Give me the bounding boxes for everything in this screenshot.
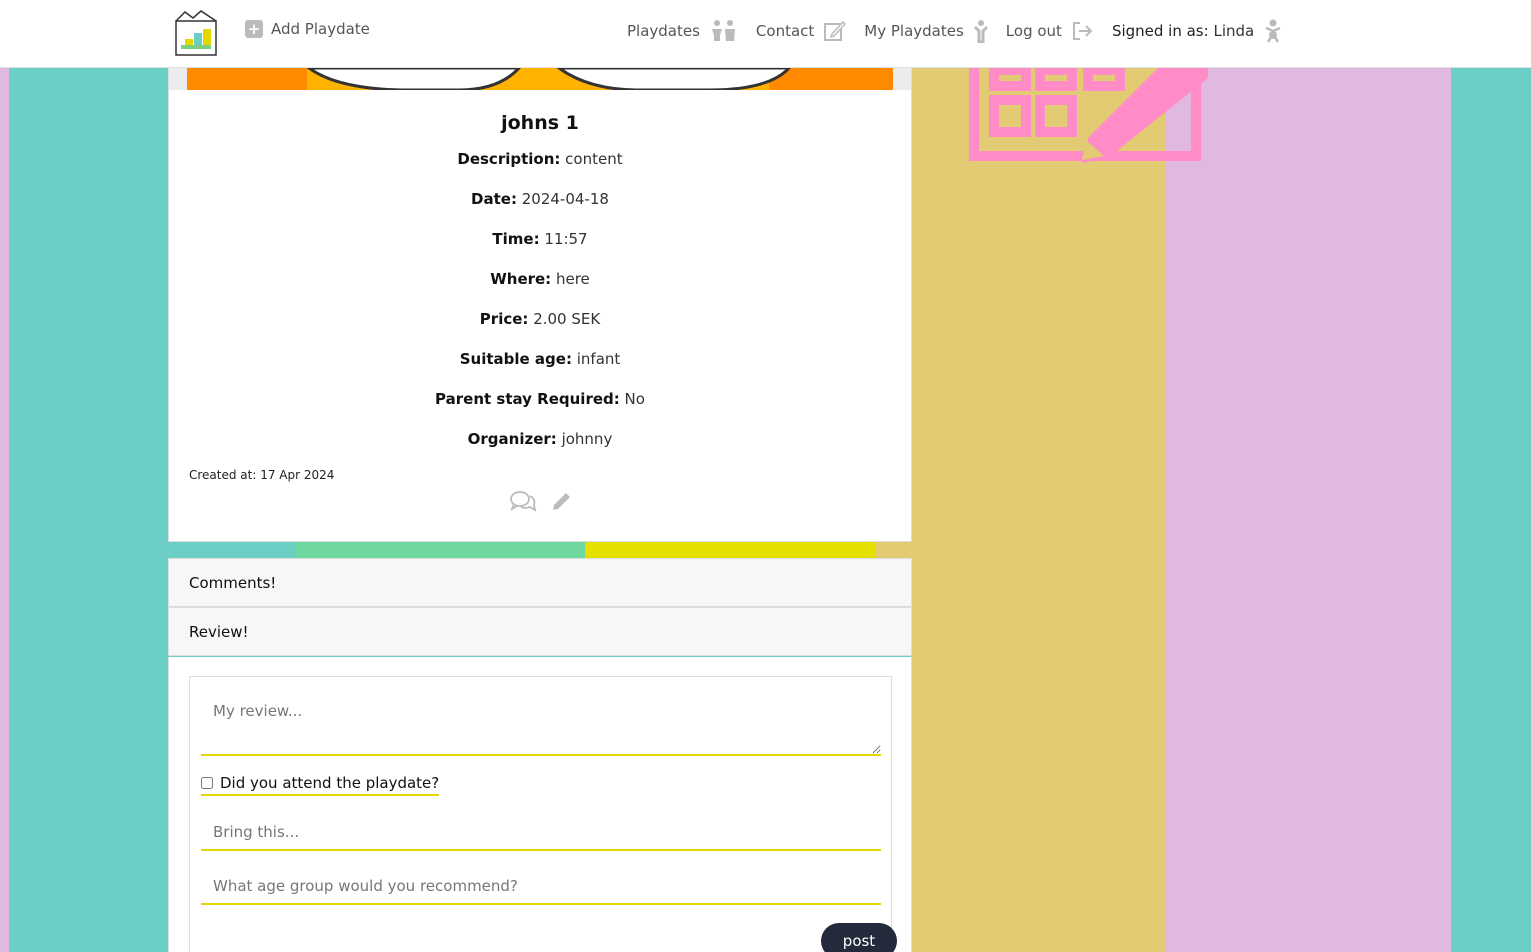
background-left-stripe — [0, 0, 9, 952]
detail-label: Organizer: — [467, 430, 557, 448]
nav-playdates[interactable]: Playdates — [627, 19, 738, 43]
detail-description: Description: content — [169, 150, 911, 168]
detail-value: johnny — [561, 430, 613, 448]
detail-value: 11:57 — [544, 230, 588, 248]
calendar-edit-icon — [969, 68, 1208, 163]
detail-value: infant — [576, 350, 621, 368]
nav-log-out[interactable]: Log out — [1006, 21, 1094, 41]
nav-contact[interactable]: Contact — [755, 20, 847, 42]
review-panel: Did you attend the playdate? post — [168, 657, 912, 952]
age-group-input[interactable] — [201, 869, 881, 905]
child-icon — [973, 20, 988, 43]
playdate-card: johns 1 Description: content Date: 2024-… — [168, 68, 912, 542]
plus-icon: + — [245, 20, 263, 38]
background-purple-column — [1165, 68, 1451, 952]
detail-price: Price: 2.00 SEK — [169, 310, 911, 328]
detail-value: content — [565, 150, 623, 168]
nav-contact-label: Contact — [755, 22, 815, 40]
detail-organizer: Organizer: johnny — [169, 430, 911, 448]
attend-checkbox[interactable] — [201, 777, 213, 789]
card-actions — [509, 490, 573, 514]
color-bar-teal — [168, 542, 295, 558]
detail-time: Time: 11:57 — [169, 230, 911, 248]
review-textarea[interactable] — [201, 686, 881, 756]
detail-label: Description: — [457, 150, 561, 168]
add-playdate-label: Add Playdate — [271, 20, 370, 38]
children-icon — [711, 20, 735, 41]
playdate-image-graphic — [187, 68, 893, 90]
comments-accordion[interactable]: Comments! — [168, 558, 912, 607]
signed-in-status: Signed in as: Linda — [1112, 19, 1282, 43]
attend-label: Did you attend the playdate? — [220, 774, 440, 792]
edit-icon — [824, 20, 847, 41]
logo-icon[interactable] — [173, 9, 219, 57]
detail-label: Suitable age: — [459, 350, 572, 368]
detail-parent-stay: Parent stay Required: No — [169, 390, 911, 408]
detail-where: Where: here — [169, 270, 911, 288]
detail-value: 2024-04-18 — [521, 190, 609, 208]
review-form: Did you attend the playdate? post — [189, 676, 897, 952]
nav-playdates-label: Playdates — [627, 22, 700, 40]
detail-label: Price: — [479, 310, 529, 328]
add-playdate-link[interactable]: + Add Playdate — [245, 20, 370, 38]
logout-icon — [1072, 22, 1093, 40]
baby-icon — [1265, 19, 1281, 43]
detail-value: 2.00 SEK — [533, 310, 601, 328]
detail-value: here — [555, 270, 590, 288]
nav-my-playdates-label: My Playdates — [864, 22, 964, 40]
detail-label: Date: — [471, 190, 517, 208]
color-bar-gold — [875, 542, 912, 558]
color-bar-green — [295, 542, 585, 558]
signed-in-prefix: Signed in as: — [1111, 22, 1209, 40]
pencil-icon[interactable] — [551, 490, 573, 512]
comments-icon[interactable] — [509, 490, 537, 514]
signed-in-user: Linda — [1213, 22, 1255, 40]
detail-value: No — [624, 390, 645, 408]
attend-checkbox-row[interactable]: Did you attend the playdate? — [201, 774, 440, 796]
detail-date: Date: 2024-04-18 — [169, 190, 911, 208]
created-at: Created at: 17 Apr 2024 — [189, 468, 335, 482]
background-gold-column — [911, 68, 1165, 952]
nav-menu: Playdates Contact My Playdates Log out S… — [627, 17, 1282, 45]
signed-in-text: Signed in as: Linda — [1112, 22, 1254, 40]
post-button[interactable]: post — [821, 923, 897, 952]
detail-label: Where: — [490, 270, 552, 288]
playdate-image — [169, 68, 911, 90]
detail-label: Time: — [492, 230, 540, 248]
nav-log-out-label: Log out — [1005, 22, 1062, 40]
navbar: + Add Playdate Playdates Contact My Play… — [0, 0, 1531, 68]
color-bar-yellow — [585, 542, 875, 558]
review-accordion[interactable]: Review! — [168, 607, 912, 656]
nav-my-playdates[interactable]: My Playdates — [864, 19, 988, 43]
detail-suitable-age: Suitable age: infant — [169, 350, 911, 368]
background-right-stripe — [1451, 0, 1531, 952]
detail-label: Parent stay Required: — [435, 390, 620, 408]
bring-input[interactable] — [201, 815, 881, 851]
playdate-title: johns 1 — [501, 112, 579, 134]
